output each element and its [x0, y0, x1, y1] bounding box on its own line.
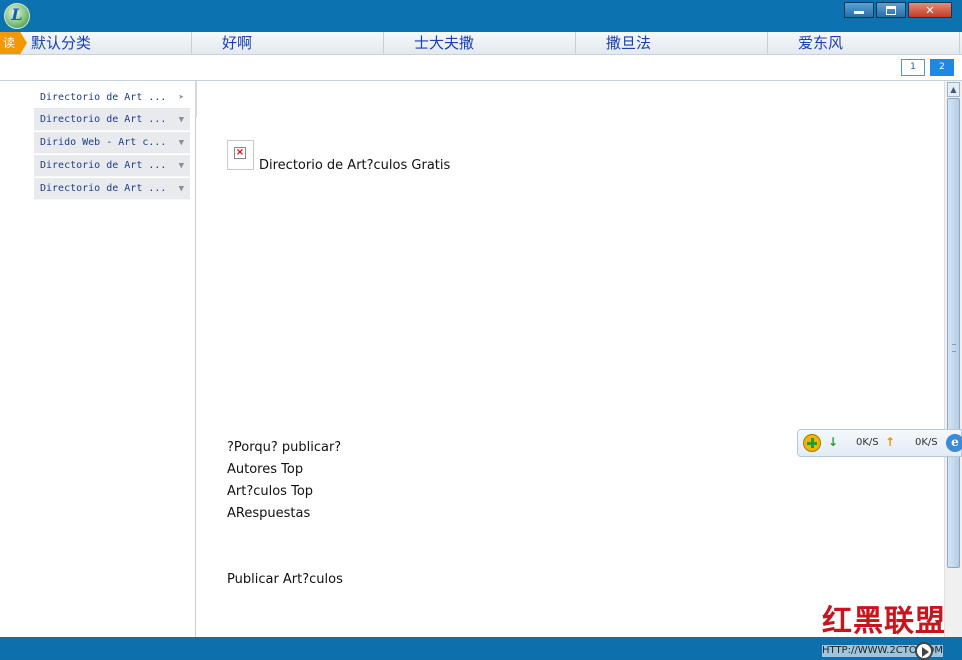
upload-speed: 0K/S: [915, 437, 938, 448]
broken-image-icon: ×: [227, 140, 254, 170]
page-button-1[interactable]: 1: [901, 59, 925, 76]
content-link[interactable]: ?Porqu? publicar?: [227, 440, 341, 455]
upload-arrow-icon: ↑: [885, 435, 896, 449]
tab-5[interactable]: 爱东风: [768, 32, 960, 54]
minimize-button[interactable]: [844, 2, 874, 18]
watermark-brand: 红黑联盟: [822, 604, 946, 639]
grip-icon: [952, 344, 956, 352]
content-pane: × Directorio de Art?culos Gratis ?Porqu?…: [197, 81, 944, 637]
tab-label: 爱东风: [798, 34, 844, 52]
page-button-2[interactable]: 2: [930, 59, 954, 76]
sidebar-item-label: Directorio de Art ...: [40, 92, 167, 103]
chevron-down-icon: ▼: [178, 184, 184, 194]
tab-2[interactable]: 好啊: [192, 32, 384, 54]
status-bar: [0, 637, 962, 660]
arrow-right-icon: ➤: [178, 93, 184, 103]
download-arrow-icon: ↓: [828, 435, 839, 449]
title-bar: L ✕: [0, 0, 962, 32]
scroll-up-button[interactable]: ▲: [947, 82, 960, 97]
accelerator-plus-icon[interactable]: [803, 434, 821, 452]
scroll-thumb[interactable]: [947, 98, 960, 568]
content-link[interactable]: Autores Top: [227, 462, 303, 477]
play-icon: [915, 642, 933, 660]
sidebar-item-label: Directorio de Art ...: [40, 160, 167, 171]
download-speed: 0K/S: [856, 437, 879, 448]
app-logo-icon: L: [4, 3, 30, 29]
sidebar-item[interactable]: Directorio de Art ... ▼: [34, 109, 190, 131]
window-controls: ✕: [842, 2, 952, 18]
sidebar: Directorio de Art ... ➤ Directorio de Ar…: [0, 81, 196, 637]
chevron-down-icon: ▼: [178, 115, 184, 125]
close-icon: ✕: [925, 3, 935, 17]
maximize-icon: [886, 5, 896, 15]
tab-label: 默认分类: [31, 34, 92, 52]
watermark: 红黑联盟 HTTP://WWW.2CTO.COM: [822, 604, 962, 660]
sidebar-item[interactable]: Directorio de Art ... ▼: [34, 178, 190, 200]
sidebar-item-label: Directorio de Art ...: [40, 183, 167, 194]
maximize-button[interactable]: [876, 2, 906, 18]
sidebar-item[interactable]: Directorio de Art ... ➤: [34, 87, 190, 109]
sidebar-item[interactable]: Dirido Web - Art c... ▼: [34, 132, 190, 154]
tab-3[interactable]: 士大夫撒: [384, 32, 576, 54]
sidebar-item[interactable]: Directorio de Art ... ▼: [34, 155, 190, 177]
minimize-icon: [854, 11, 864, 14]
tab-default-category[interactable]: 读 默认分类: [0, 32, 192, 54]
pager: 1 2: [896, 59, 954, 76]
image-caption: Directorio de Art?culos Gratis: [259, 158, 451, 173]
sidebar-item-label: Directorio de Art ...: [40, 114, 167, 125]
chevron-down-icon: ▼: [178, 138, 184, 148]
tab-label: 士大夫撒: [414, 34, 475, 52]
network-speed-widget[interactable]: ↓ 0K/S ↑ 0K/S e: [797, 429, 962, 457]
read-badge: 读: [0, 32, 27, 54]
close-button[interactable]: ✕: [908, 2, 952, 18]
category-tab-bar: 读 默认分类 好啊 士大夫撒 撒旦法 爱东风: [0, 32, 962, 55]
content-link[interactable]: Art?culos Top: [227, 484, 313, 499]
publish-link[interactable]: Publicar Art?culos: [227, 572, 343, 587]
tab-label: 撒旦法: [606, 34, 652, 52]
chevron-down-icon: ▼: [178, 161, 184, 171]
tab-label: 好啊: [222, 34, 253, 52]
content-link[interactable]: ARespuestas: [227, 506, 310, 521]
sidebar-item-label: Dirido Web - Art c...: [40, 137, 167, 148]
browser-ie-icon[interactable]: e: [946, 434, 962, 452]
vertical-scrollbar[interactable]: ▲: [944, 81, 962, 637]
tab-4[interactable]: 撒旦法: [576, 32, 768, 54]
